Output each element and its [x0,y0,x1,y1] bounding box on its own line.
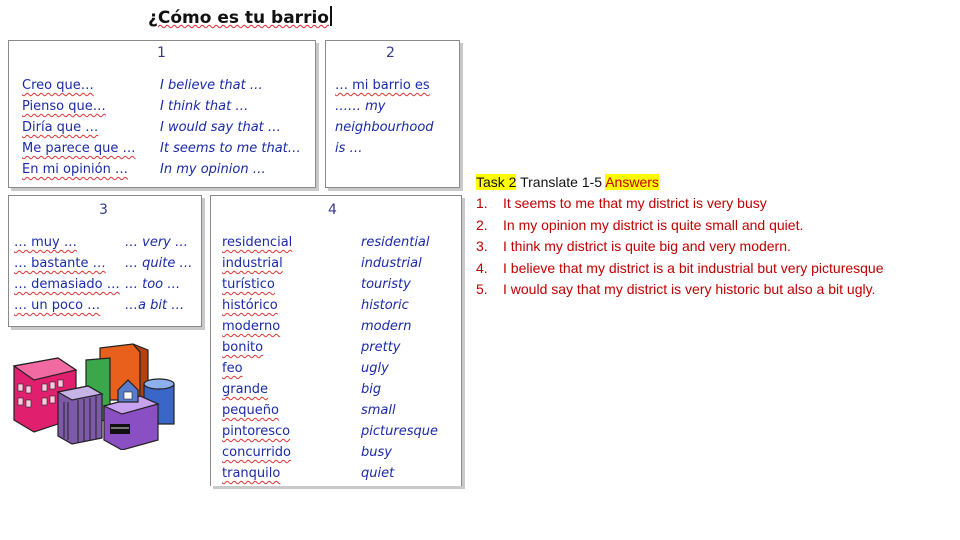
page-title: ¿Cómo es tu barrio [148,6,332,28]
spanish-adjective: histórico [222,298,278,313]
spanish-adjective: turístico [222,277,275,292]
english-adjective: pretty [361,340,401,355]
spanish-column: Creo que… Pienso que… Diría que … Me par… [22,75,136,180]
spanish-adjective: concurrido [222,445,292,460]
task-heading: Task 2 Translate 1-5 Answers [476,172,884,193]
english-column: residential industrial touristy historic… [361,232,438,484]
box-number: 3 [99,202,108,218]
task-panel: Task 2 Translate 1-5 Answers 1. It seems … [476,172,884,301]
spanish-phrase: … muy … [14,235,77,250]
spanish-adjective: tranquilo [222,466,281,481]
spanish-phrase: … mi barrio es [335,78,430,93]
english-adjective: industrial [361,256,422,271]
english-phrase: is … [335,141,363,156]
spanish-phrase: Me parece que … [22,141,136,156]
english-adjective: quiet [361,466,395,481]
spanish-column: … mi barrio es [335,75,430,96]
english-column: …… my neighbourhood is … [335,96,434,159]
english-phrase: In my opinion … [160,162,266,177]
spanish-phrase: Diría que … [22,120,99,135]
vocab-box-intensifiers: 3 … muy … … bastante … … demasiado … … u… [8,195,202,327]
spanish-phrase: Creo que… [22,78,94,93]
english-adjective: busy [361,445,392,460]
city-buildings-clipart [12,343,175,450]
english-adjective: modern [361,319,412,334]
english-adjective: picturesque [361,424,438,439]
vocab-box-adjectives: 4 residencial industrial turístico histó… [210,195,462,486]
english-phrase: … very … [125,235,188,250]
spanish-column: … muy … … bastante … … demasiado … … un … [14,232,120,316]
spanish-adjective: industrial [222,256,283,271]
answers-label: Answers [605,174,659,190]
answer-item: 4. I believe that my district is a bit in… [476,259,884,276]
answer-item: 1. It seems to me that my district is ver… [476,195,767,211]
task-label: Task 2 [476,174,517,190]
english-phrase: I believe that … [160,78,263,93]
english-phrase: …a bit … [125,298,185,313]
answer-item: 3. I think my district is quite big and v… [476,238,791,254]
spanish-phrase: … un poco … [14,298,101,313]
spanish-phrase: … demasiado … [14,277,120,292]
spanish-phrase: … bastante … [14,256,106,271]
vocab-box-openers: 1 Creo que… Pienso que… Diría que … Me p… [8,40,316,188]
task-instruction: Translate 1-5 [520,174,603,190]
text-cursor [329,6,332,26]
english-phrase: It seems to me that… [160,141,301,156]
spanish-adjective: bonito [222,340,264,355]
english-phrase: neighbourhood [335,120,434,135]
english-adjective: big [361,382,382,397]
english-phrase: …… my [335,99,386,114]
english-adjective: touristy [361,277,411,292]
english-phrase: I think that … [160,99,249,114]
spanish-column: residencial industrial turístico históri… [222,232,292,484]
english-adjective: historic [361,298,409,313]
vocab-box-subject: 2 … mi barrio es …… my neighbourhood is … [325,40,460,188]
answer-item: 5. I would say that my district is very h… [476,281,876,297]
answer-item: 2. In my opinion my district is quite sma… [476,216,804,233]
english-phrase: … quite … [125,256,193,271]
spanish-adjective: pintoresco [222,424,291,439]
english-column: … very … … quite … … too … …a bit … [125,232,192,316]
spanish-phrase: En mi opinión … [22,162,128,177]
english-adjective: residential [361,235,430,250]
box-number: 4 [328,202,337,218]
english-phrase: I would say that … [160,120,281,135]
spanish-phrase: Pienso que… [22,99,106,114]
english-phrase: … too … [125,277,181,292]
english-adjective: small [361,403,396,418]
spanish-adjective: residencial [222,235,293,250]
box-number: 1 [157,45,166,61]
box-number: 2 [386,45,395,61]
spanish-adjective: feo [222,361,243,376]
spanish-adjective: pequeño [222,403,279,418]
spanish-adjective: grande [222,382,269,397]
english-adjective: ugly [361,361,389,376]
spanish-adjective: moderno [222,319,281,334]
english-column: I believe that … I think that … I would … [160,75,301,180]
